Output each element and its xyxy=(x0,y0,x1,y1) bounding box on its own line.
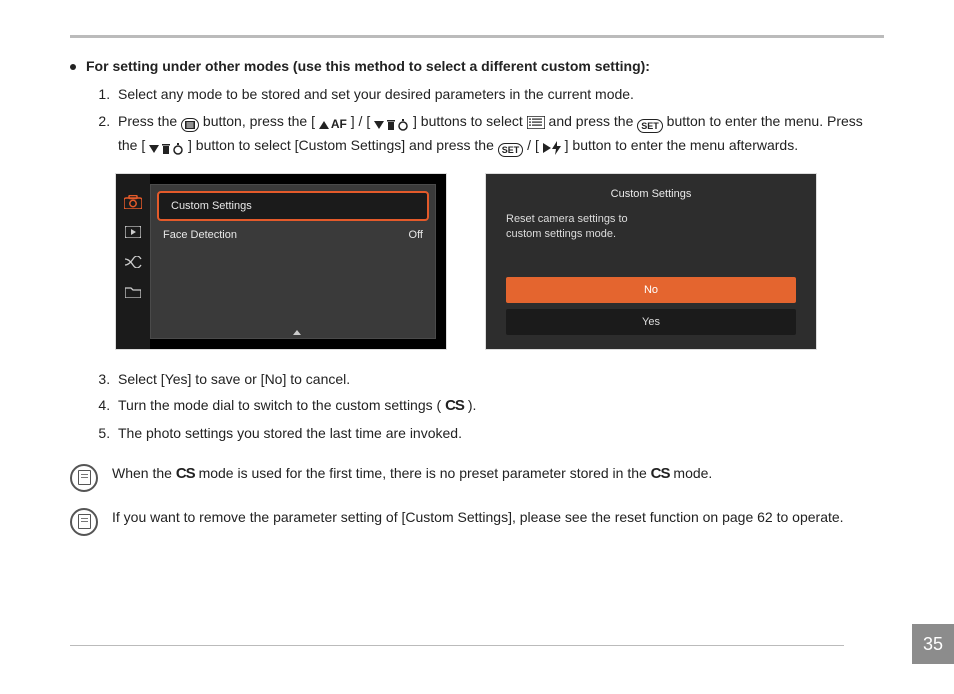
screenshots-row: Custom Settings Face Detection Off Custo… xyxy=(116,174,884,349)
page-number: 35 xyxy=(912,624,954,664)
note-2: If you want to remove the parameter sett… xyxy=(70,506,884,536)
dialog-title: Custom Settings xyxy=(506,188,796,200)
note-icon xyxy=(70,464,98,492)
step-2-text: ] / [ xyxy=(351,113,374,129)
playback-tab-icon xyxy=(123,224,143,240)
shuffle-tab-icon xyxy=(123,254,143,270)
step-3: Select [Yes] to save or [No] to cancel. xyxy=(114,367,884,392)
steps-list-continued: Select [Yes] to save or [No] to cancel. … xyxy=(70,367,884,446)
step-2-text: ] button to select [Custom Settings] and… xyxy=(188,137,498,153)
bullet-icon xyxy=(70,64,76,70)
menu-button-icon xyxy=(181,118,199,132)
step-2-text: Press the xyxy=(118,113,181,129)
step-5: The photo settings you stored the last t… xyxy=(114,421,884,446)
heading-text: For setting under other modes (use this … xyxy=(86,58,650,74)
menu-row-label: Face Detection xyxy=(163,229,237,241)
right-flash-icon xyxy=(543,140,561,156)
set-button-icon: SET xyxy=(637,119,663,133)
step-4: Turn the mode dial to switch to the cust… xyxy=(114,393,884,419)
step-4-text: Turn the mode dial to switch to the cust… xyxy=(118,397,445,413)
set-button-icon: SET xyxy=(498,143,524,157)
down-trash-timer-icon xyxy=(149,141,184,157)
step-5-text: The photo settings you stored the last t… xyxy=(118,425,462,441)
step-2-text: ] buttons to select xyxy=(413,113,527,129)
bottom-rule xyxy=(70,645,844,646)
note-icon xyxy=(70,508,98,536)
menu-panel: Custom Settings Face Detection Off xyxy=(150,184,436,339)
cs-mode-icon: CS xyxy=(176,465,195,482)
camera-confirm-screenshot: Custom Settings Reset camera settings to… xyxy=(486,174,816,349)
note-1-text: When the CS mode is used for the first t… xyxy=(112,462,712,486)
step-2: Press the button, press the [ AF ] / [ ]… xyxy=(114,109,884,158)
top-rule xyxy=(70,35,884,38)
step-2-text: and press the xyxy=(549,113,638,129)
step-1: Select any mode to be stored and set you… xyxy=(114,82,884,107)
menu-side-tabs xyxy=(116,174,150,349)
folder-tab-icon xyxy=(123,284,143,300)
list-menu-icon xyxy=(527,114,545,130)
up-af-icon: AF xyxy=(319,117,347,133)
menu-row-label: Custom Settings xyxy=(171,200,252,212)
menu-row-custom-settings: Custom Settings xyxy=(157,191,429,221)
note-1: When the CS mode is used for the first t… xyxy=(70,462,884,492)
section-heading: For setting under other modes (use this … xyxy=(70,58,884,74)
step-4-text: ). xyxy=(468,397,477,413)
up-indicator-icon xyxy=(293,330,301,335)
down-trash-timer-icon xyxy=(374,117,409,133)
camera-menu-screenshot: Custom Settings Face Detection Off xyxy=(116,174,446,349)
dialog-option-yes: Yes xyxy=(506,309,796,335)
menu-row-face-detection: Face Detection Off xyxy=(151,221,435,249)
cs-mode-icon: CS xyxy=(445,397,464,414)
menu-row-value: Off xyxy=(409,229,423,241)
dialog-message: Reset camera settings to custom settings… xyxy=(506,212,796,243)
note-2-text: If you want to remove the parameter sett… xyxy=(112,506,844,528)
step-2-text: button, press the [ xyxy=(203,113,319,129)
camera-tab-icon xyxy=(123,194,143,210)
steps-list: Select any mode to be stored and set you… xyxy=(70,82,884,158)
step-1-text: Select any mode to be stored and set you… xyxy=(118,86,634,102)
dialog-option-no: No xyxy=(506,277,796,303)
step-2-text: ] button to enter the menu afterwards. xyxy=(565,137,798,153)
cs-mode-icon: CS xyxy=(651,465,670,482)
step-2-text: / [ xyxy=(527,137,543,153)
step-3-text: Select [Yes] to save or [No] to cancel. xyxy=(118,371,350,387)
